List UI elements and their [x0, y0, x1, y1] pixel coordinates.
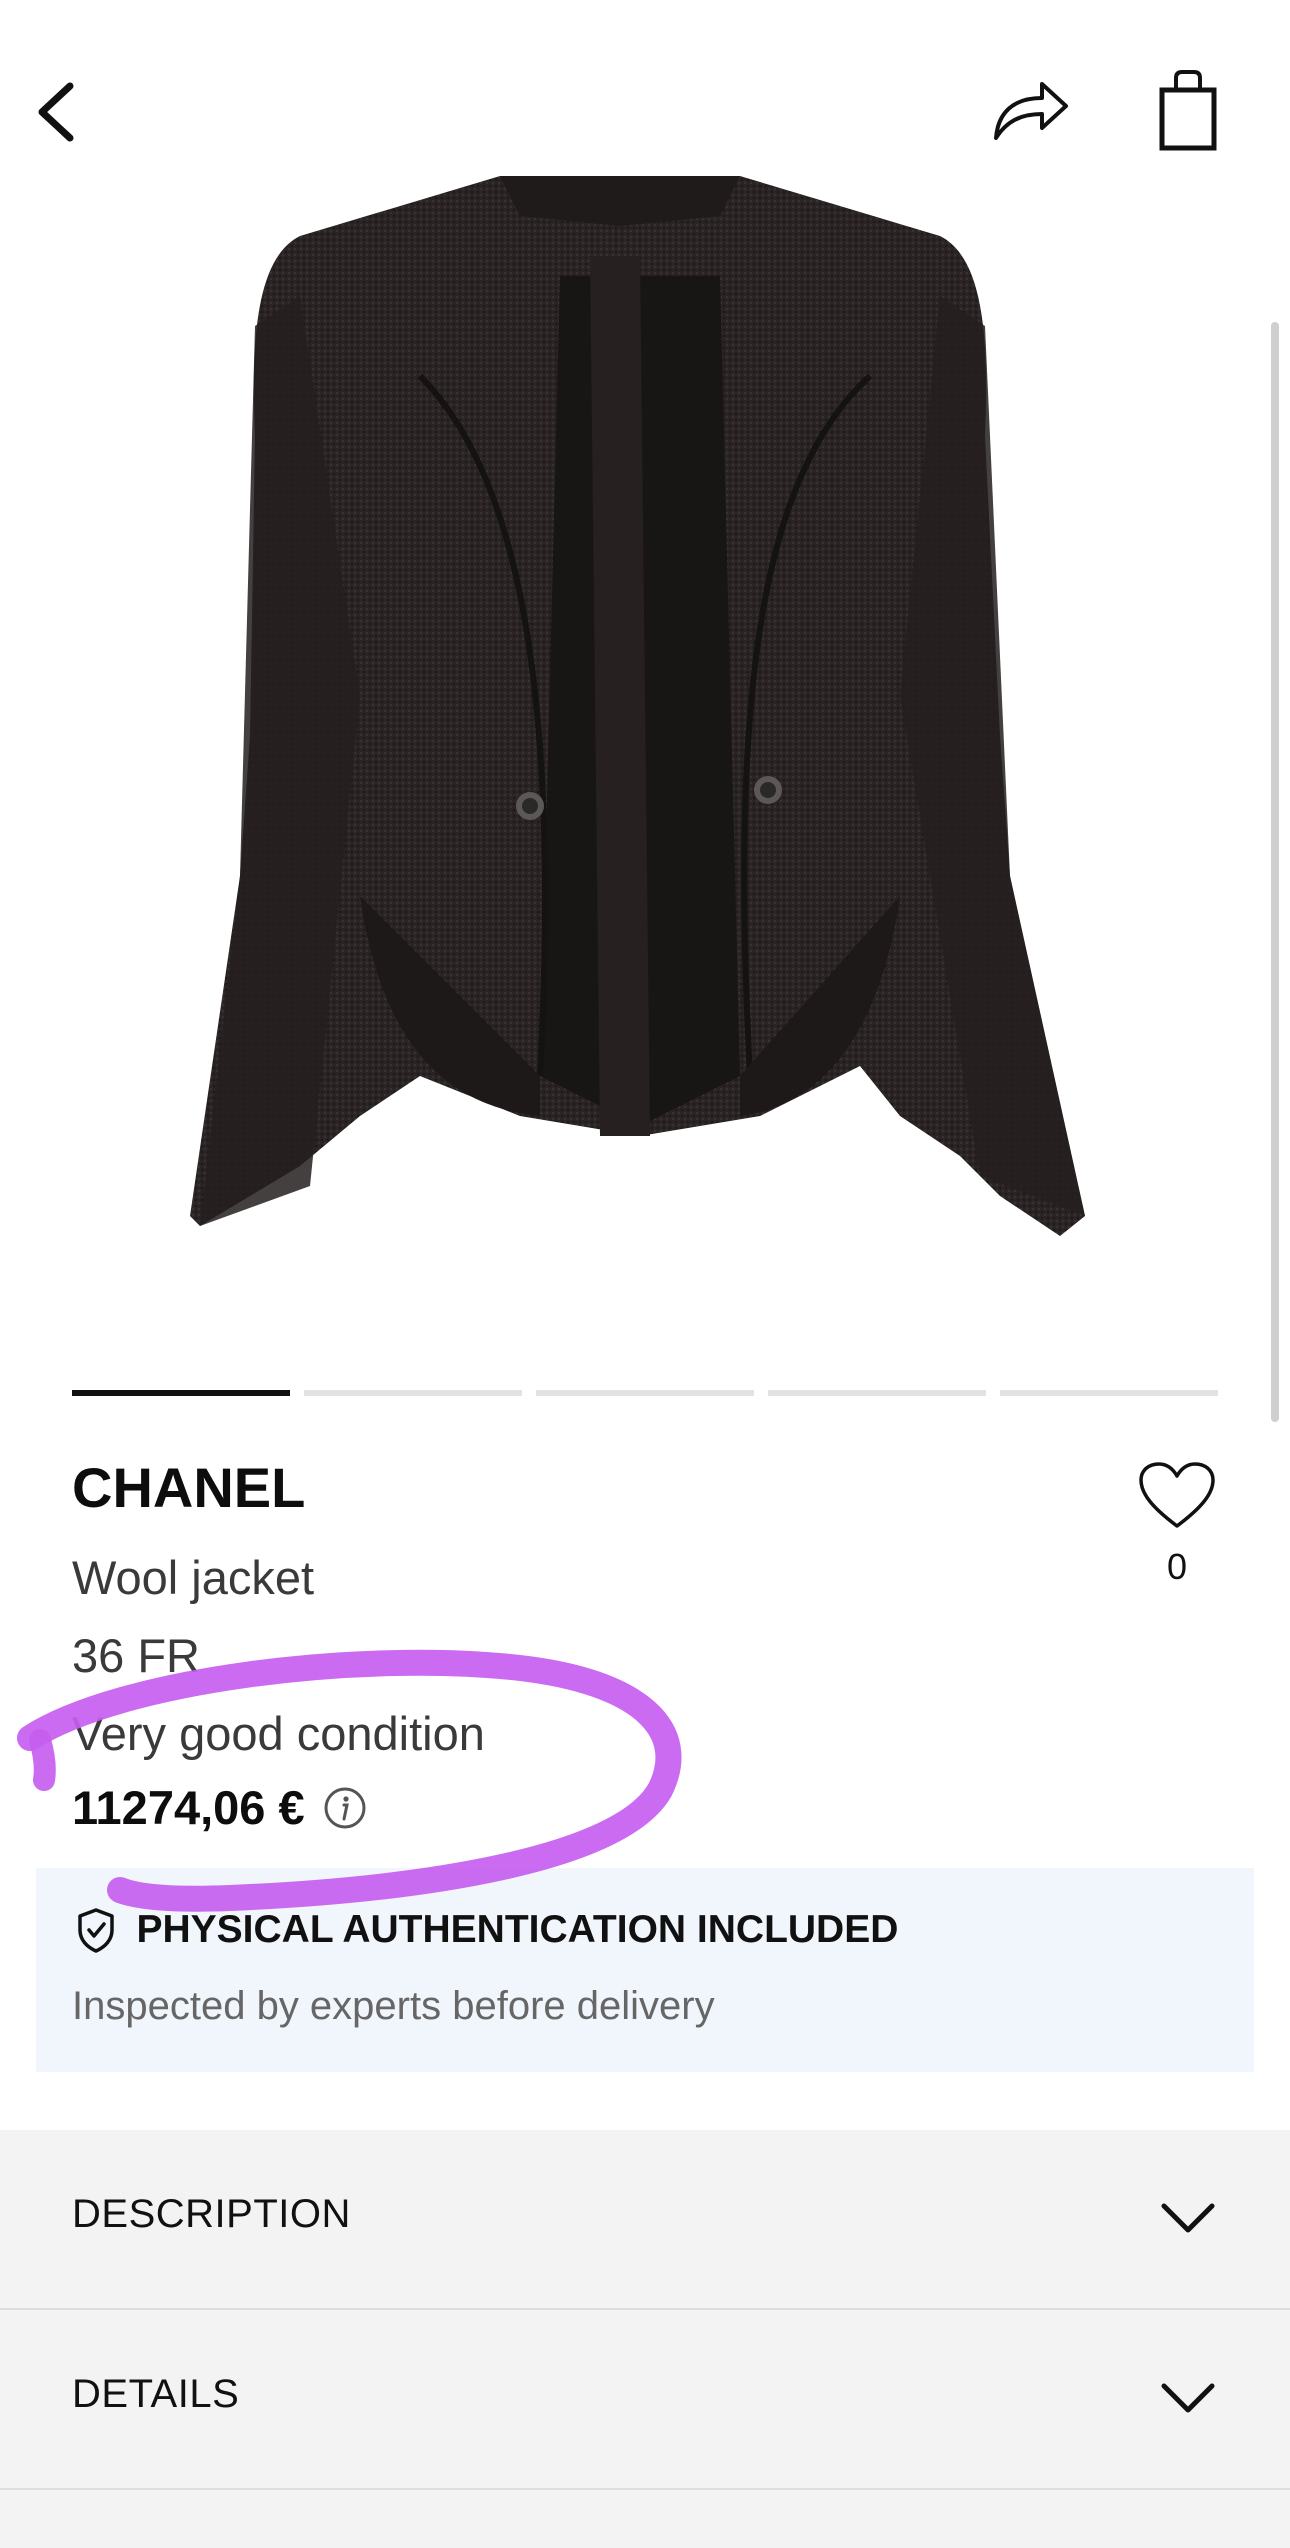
details-section[interactable]: DETAILS — [0, 2310, 1290, 2490]
product-image[interactable] — [0, 176, 1290, 1326]
auth-title-row: PHYSICAL AUTHENTICATION INCLUDED — [74, 1906, 898, 1954]
details-label: DETAILS — [72, 2372, 240, 2416]
pager-dot-active[interactable] — [72, 1390, 290, 1396]
top-bar — [0, 0, 1290, 176]
info-icon[interactable] — [323, 1786, 367, 1830]
auth-subtitle: Inspected by experts before delivery — [72, 1984, 715, 2028]
product-condition: Very good condition — [72, 1707, 485, 1760]
product-size: 36 FR — [72, 1629, 200, 1682]
product-name: Wool jacket — [72, 1551, 315, 1604]
product-price: 11274,06 € — [72, 1781, 305, 1834]
product-image-gallery[interactable] — [0, 176, 1290, 1326]
favorite-button[interactable]: 0 — [1132, 1460, 1222, 1588]
description-label: DESCRIPTION — [72, 2192, 351, 2236]
pager-dot[interactable] — [536, 1390, 754, 1396]
pager-dot[interactable] — [1000, 1390, 1218, 1396]
chevron-down-icon — [1161, 2203, 1215, 2233]
shopping-bag-button[interactable] — [1148, 66, 1228, 156]
image-pager — [72, 1390, 1219, 1398]
share-arrow-icon — [994, 82, 1068, 140]
shield-check-icon — [78, 1908, 114, 1953]
shopping-bag-icon — [1159, 70, 1217, 151]
next-section-edge — [0, 2490, 1290, 2548]
share-button[interactable] — [988, 72, 1072, 152]
chevron-left-icon — [38, 82, 74, 142]
back-button[interactable] — [28, 72, 88, 152]
heart-icon — [1139, 1462, 1215, 1528]
description-section[interactable]: DESCRIPTION — [0, 2130, 1290, 2310]
scrollbar[interactable] — [1271, 322, 1279, 1422]
authentication-banner: PHYSICAL AUTHENTICATION INCLUDED Inspect… — [36, 1868, 1254, 2072]
pager-dot[interactable] — [768, 1390, 986, 1396]
brand-name[interactable]: CHANEL — [72, 1455, 305, 1520]
favorite-count: 0 — [1166, 1546, 1188, 1587]
chevron-down-icon — [1161, 2383, 1215, 2413]
price-row: 11274,06 € — [72, 1780, 367, 1840]
pager-dot[interactable] — [304, 1390, 522, 1396]
auth-title: PHYSICAL AUTHENTICATION INCLUDED — [136, 1908, 899, 1951]
